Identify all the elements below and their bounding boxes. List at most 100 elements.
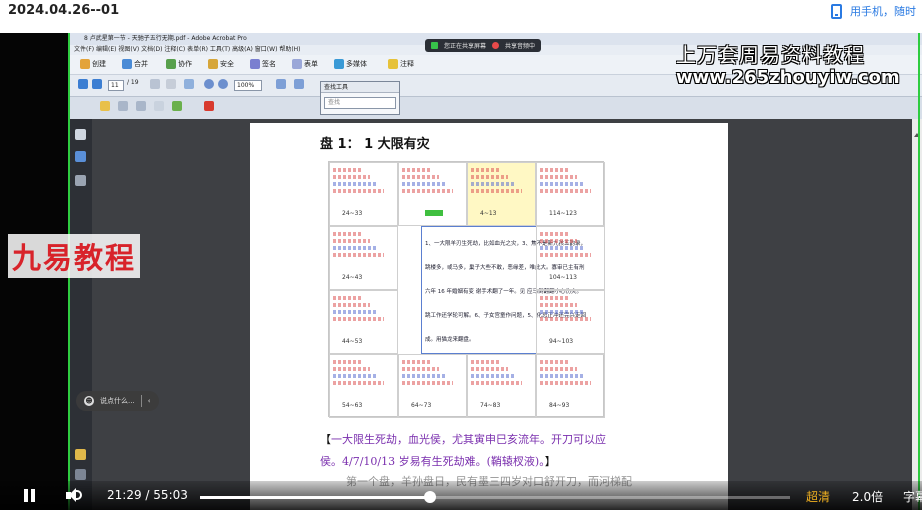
palace-star-line bbox=[402, 175, 439, 179]
chart-palace: 104~113 bbox=[536, 226, 605, 290]
danmaku-divider bbox=[140, 395, 142, 407]
palace-age-range: 24~43 bbox=[342, 274, 363, 281]
secure-label: 安全 bbox=[220, 60, 234, 68]
watermark-title: 上万套周易资料教程 bbox=[676, 43, 865, 67]
arrow-up-icon bbox=[78, 79, 88, 89]
chart-palace: 84~93 bbox=[536, 354, 605, 418]
zoom-out-button[interactable] bbox=[204, 79, 214, 89]
chart-palace bbox=[398, 162, 467, 226]
acrobat-icon bbox=[204, 101, 214, 111]
pages-icon[interactable] bbox=[75, 129, 86, 140]
video-player[interactable]: 8 卢武星第一节 - 天驰子五行无期.pdf - Adobe Acrobat P… bbox=[0, 33, 922, 510]
find-input[interactable]: 查找 bbox=[324, 97, 396, 109]
palace-star-line bbox=[402, 168, 432, 172]
comments-icon[interactable] bbox=[75, 469, 86, 480]
combine-label: 合并 bbox=[134, 60, 148, 68]
caption-line-1: 一大限生死劫，血光侯，尤其寅申巳亥流年。开刀可以应 bbox=[331, 433, 606, 446]
palace-star-line bbox=[540, 189, 591, 193]
attachments-icon[interactable] bbox=[75, 449, 86, 460]
create-label: 创建 bbox=[92, 60, 106, 68]
bookmarks-icon[interactable] bbox=[75, 151, 86, 162]
sign-label: 签名 bbox=[262, 60, 276, 68]
danmaku-input[interactable]: ☻ 说点什么... ‹ bbox=[76, 391, 159, 411]
comment-label: 注释 bbox=[400, 60, 414, 68]
screen-share-indicator[interactable]: 您正在共享屏幕 共享音频中 bbox=[425, 39, 542, 52]
chevron-left-icon[interactable]: ‹ bbox=[148, 397, 151, 405]
find-tool-popup[interactable]: 查找工具 查找 bbox=[320, 81, 400, 115]
palace-star-line bbox=[333, 367, 370, 371]
save-button[interactable] bbox=[136, 101, 146, 111]
progress-knob[interactable] bbox=[424, 491, 437, 503]
prev-page-button[interactable] bbox=[78, 79, 88, 89]
mobile-link[interactable]: 用手机，随时 bbox=[831, 3, 916, 19]
palace-age-range: 4~13 bbox=[480, 210, 497, 217]
sign-button[interactable]: 签名 bbox=[250, 59, 276, 69]
secure-button[interactable]: 安全 bbox=[208, 59, 234, 69]
palace-star-line bbox=[333, 374, 377, 378]
palace-star-line bbox=[540, 367, 577, 371]
danmaku-placeholder[interactable]: 说点什么... bbox=[100, 396, 135, 406]
palace-star-line bbox=[540, 381, 591, 385]
forms-button[interactable]: 表单 bbox=[292, 59, 318, 69]
palace-star-line bbox=[471, 175, 508, 179]
speaker-cone bbox=[69, 488, 76, 502]
palace-age-range: 54~63 bbox=[342, 402, 363, 409]
palace-age-range: 84~93 bbox=[549, 402, 570, 409]
chart-palace: 114~123 bbox=[536, 162, 605, 226]
palace-star-line bbox=[471, 168, 501, 172]
multimedia-button[interactable]: 多媒体 bbox=[334, 59, 367, 69]
combine-button[interactable]: 合并 bbox=[122, 59, 148, 69]
chart-palace: 44~53 bbox=[329, 290, 398, 354]
share-audio-label: 共享音频中 bbox=[505, 43, 536, 50]
subtitle-button[interactable]: 字幕 bbox=[903, 488, 922, 505]
chart-palace: 64~73 bbox=[398, 354, 467, 418]
volume-button[interactable] bbox=[66, 488, 86, 503]
shared-screen: 8 卢武星第一节 - 天驰子五行无期.pdf - Adobe Acrobat P… bbox=[70, 33, 922, 510]
collaborate-button[interactable]: 协作 bbox=[166, 59, 192, 69]
player-controls: 21:29 / 55:03 超清 2.0倍 字幕 bbox=[0, 481, 922, 510]
acrobat-red-button[interactable] bbox=[204, 101, 214, 111]
chart-palace: 94~103 bbox=[536, 290, 605, 354]
print-button[interactable] bbox=[118, 101, 128, 111]
fit-width-button[interactable] bbox=[294, 79, 304, 89]
phone-icon bbox=[831, 3, 842, 19]
palace-star-line bbox=[333, 381, 384, 385]
palace-star-line bbox=[540, 317, 591, 321]
signatures-icon[interactable] bbox=[75, 175, 86, 186]
palace-star-line bbox=[333, 239, 370, 243]
folder-icon bbox=[100, 101, 110, 111]
palace-star-line bbox=[333, 360, 363, 364]
zoom-select[interactable]: 100% bbox=[234, 80, 262, 91]
palace-star-line bbox=[333, 296, 363, 300]
palace-star-line bbox=[402, 367, 439, 371]
vertical-scrollbar[interactable] bbox=[912, 119, 922, 510]
pause-button[interactable] bbox=[24, 489, 36, 502]
page-number-input[interactable]: 11 bbox=[108, 80, 124, 91]
fit-page-icon bbox=[276, 79, 286, 89]
share-button[interactable] bbox=[172, 101, 182, 111]
comment-button[interactable]: 注释 bbox=[388, 59, 414, 69]
caption-bracket-open: 【 bbox=[320, 433, 331, 446]
palace-star-line bbox=[333, 232, 363, 236]
email-button[interactable] bbox=[154, 101, 164, 111]
disk-icon bbox=[136, 101, 146, 111]
speed-button[interactable]: 2.0倍 bbox=[852, 488, 883, 505]
select-tool[interactable] bbox=[150, 79, 160, 89]
next-page-button[interactable] bbox=[92, 79, 102, 89]
hand-tool[interactable] bbox=[166, 79, 176, 89]
open-button[interactable] bbox=[100, 101, 110, 111]
current-time: 21:29 bbox=[107, 488, 142, 502]
envelope-icon bbox=[154, 101, 164, 111]
palace-star-line bbox=[540, 246, 584, 250]
zoom-tool[interactable] bbox=[184, 79, 194, 89]
quality-button[interactable]: 超清 bbox=[806, 488, 830, 505]
fit-page-button[interactable] bbox=[276, 79, 286, 89]
progress-bar[interactable] bbox=[200, 491, 790, 503]
palace-age-range: 104~113 bbox=[549, 274, 577, 281]
palace-star-line bbox=[333, 182, 377, 186]
share-icon bbox=[172, 101, 182, 111]
palace-age-range: 114~123 bbox=[549, 210, 577, 217]
palace-star-line bbox=[471, 374, 515, 378]
create-button[interactable]: 创建 bbox=[80, 59, 106, 69]
zoom-in-button[interactable] bbox=[218, 79, 228, 89]
